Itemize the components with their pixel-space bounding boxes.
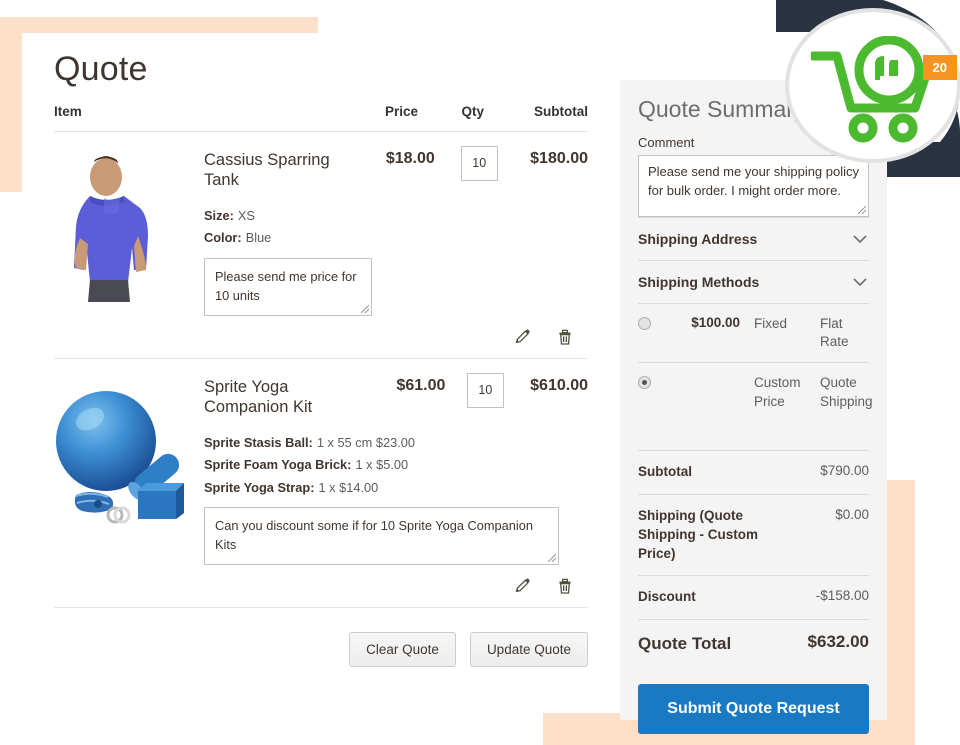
product-name[interactable]: Cassius Sparring Tank bbox=[204, 146, 352, 191]
total-value: $632.00 bbox=[807, 632, 869, 652]
total-value: $790.00 bbox=[820, 462, 869, 478]
option-value: 1 x $5.00 bbox=[355, 457, 409, 473]
quote-summary-panel: Quote Summary Comment Please send me you… bbox=[620, 80, 887, 735]
chevron-down-icon bbox=[853, 231, 867, 247]
column-header-qty: Qty bbox=[461, 103, 484, 119]
product-subtotal: $180.00 bbox=[530, 149, 588, 167]
accordion-label: Shipping Address bbox=[638, 231, 758, 247]
badge-count: 20 bbox=[922, 55, 957, 80]
total-label: Shipping (Quote Shipping - Custom Price) bbox=[638, 507, 758, 561]
product-qty-cell: 10 bbox=[445, 372, 507, 408]
product-option: Size: XS bbox=[204, 205, 588, 227]
total-row-subtotal: Subtotal $790.00 bbox=[638, 451, 869, 495]
shipping-methods-table: $100.00 Fixed Flat Rate Custom Price Quo… bbox=[638, 303, 873, 422]
total-label: Discount bbox=[638, 589, 696, 605]
product-option: Color: Blue bbox=[204, 227, 588, 249]
option-value: 1 x $14.00 bbox=[318, 479, 379, 495]
option-value: Blue bbox=[245, 230, 272, 246]
table-row: Sprite Yoga Companion Kit $61.00 10 $610… bbox=[54, 359, 588, 609]
quote-cart-icon bbox=[808, 35, 935, 149]
clear-quote-button[interactable]: Clear Quote bbox=[349, 632, 456, 668]
column-header-subtotal: Subtotal bbox=[534, 103, 588, 119]
product-details-cell: Cassius Sparring Tank $18.00 10 $180.00 … bbox=[204, 145, 588, 350]
quote-card: Quote Item Price Qty Subtotal Cassius Sp… bbox=[22, 33, 620, 713]
submit-quote-request-button[interactable]: Submit Quote Request bbox=[638, 684, 869, 735]
option-label: Color: bbox=[204, 230, 242, 246]
product-image-yoga-kit bbox=[54, 378, 199, 529]
option-value: XS bbox=[237, 208, 255, 224]
shipping-method-name: Quote Shipping bbox=[820, 375, 873, 409]
page-title: Quote bbox=[54, 50, 148, 88]
product-option: Sprite Yoga Strap: 1 x $14.00 bbox=[204, 477, 588, 499]
total-row-shipping: Shipping (Quote Shipping - Custom Price)… bbox=[638, 495, 869, 577]
shipping-carrier: Fixed bbox=[754, 316, 788, 331]
qty-input[interactable]: 10 bbox=[466, 372, 504, 408]
product-price: $18.00 bbox=[385, 149, 435, 167]
column-header-price: Price bbox=[384, 103, 418, 119]
trash-icon[interactable] bbox=[556, 577, 574, 595]
product-thumbnail-cell bbox=[54, 146, 204, 350]
row-action-bar bbox=[204, 565, 588, 599]
shipping-carrier: Custom Price bbox=[754, 375, 801, 409]
total-value: -$158.00 bbox=[815, 588, 869, 604]
chevron-down-icon bbox=[853, 274, 867, 290]
total-row-quote-total: Quote Total $632.00 bbox=[638, 620, 869, 668]
shipping-method-name: Flat Rate bbox=[820, 316, 849, 350]
product-option: Sprite Stasis Ball: 1 x 55 cm $23.00 bbox=[204, 432, 588, 454]
product-image-tank-top bbox=[54, 151, 174, 302]
product-name[interactable]: Sprite Yoga Companion Kit bbox=[204, 373, 369, 418]
column-header-item: Item bbox=[54, 103, 82, 119]
shipping-method-row[interactable]: $100.00 Fixed Flat Rate bbox=[638, 304, 869, 364]
product-options: Sprite Stasis Ball: 1 x 55 cm $23.00 Spri… bbox=[204, 432, 588, 499]
accordion-label: Shipping Methods bbox=[638, 274, 760, 290]
product-subtotal: $610.00 bbox=[530, 376, 588, 394]
product-price: $61.00 bbox=[396, 376, 446, 394]
qty-input[interactable]: 10 bbox=[460, 145, 498, 181]
radio-flat-rate[interactable] bbox=[638, 317, 651, 330]
item-note-textarea[interactable]: Please send me price for 10 units bbox=[204, 257, 372, 316]
option-label: Sprite Foam Yoga Brick: bbox=[204, 457, 352, 473]
quote-cart-badge: 20 bbox=[785, 8, 960, 168]
product-details-cell: Sprite Yoga Companion Kit $61.00 10 $610… bbox=[204, 372, 588, 599]
update-quote-button[interactable]: Update Quote bbox=[469, 632, 588, 668]
product-thumbnail-cell bbox=[54, 373, 204, 599]
option-value: 1 x 55 cm $23.00 bbox=[316, 435, 415, 451]
shipping-radio-cell[interactable] bbox=[638, 374, 668, 394]
pencil-icon[interactable] bbox=[514, 328, 532, 346]
row-action-bar bbox=[204, 316, 588, 350]
accordion-shipping-address[interactable]: Shipping Address bbox=[638, 217, 869, 260]
quote-table-header: Item Price Qty Subtotal bbox=[54, 104, 588, 132]
option-label: Size: bbox=[204, 208, 234, 224]
total-label: Subtotal bbox=[638, 463, 692, 479]
product-options: Size: XS Color: Blue bbox=[204, 205, 588, 250]
quote-page: Quote Item Price Qty Subtotal Cassius Sp… bbox=[0, 0, 960, 745]
total-value: $0.00 bbox=[835, 506, 869, 522]
total-row-discount: Discount -$158.00 bbox=[638, 576, 869, 621]
accordion-shipping-methods[interactable]: Shipping Methods bbox=[638, 260, 869, 303]
option-label: Sprite Yoga Strap: bbox=[204, 479, 315, 495]
product-option: Sprite Foam Yoga Brick: 1 x $5.00 bbox=[204, 454, 588, 476]
totals-table: Subtotal $790.00 Shipping (Quote Shippin… bbox=[638, 449, 869, 668]
trash-icon[interactable] bbox=[556, 328, 574, 346]
quote-action-buttons: Clear Quote Update Quote bbox=[54, 608, 588, 668]
shipping-radio-cell[interactable] bbox=[638, 315, 668, 335]
option-label: Sprite Stasis Ball: bbox=[204, 435, 313, 451]
shipping-method-row[interactable]: Custom Price Quote Shipping bbox=[638, 363, 873, 421]
shipping-price: $100.00 bbox=[691, 315, 740, 330]
product-qty-cell: 10 bbox=[435, 145, 502, 181]
pencil-icon[interactable] bbox=[514, 577, 532, 595]
item-note-textarea[interactable]: Can you discount some if for 10 Sprite Y… bbox=[204, 507, 559, 566]
table-row: Cassius Sparring Tank $18.00 10 $180.00 … bbox=[54, 132, 588, 359]
total-label: Quote Total bbox=[638, 634, 732, 654]
radio-quote-shipping[interactable] bbox=[638, 376, 651, 390]
